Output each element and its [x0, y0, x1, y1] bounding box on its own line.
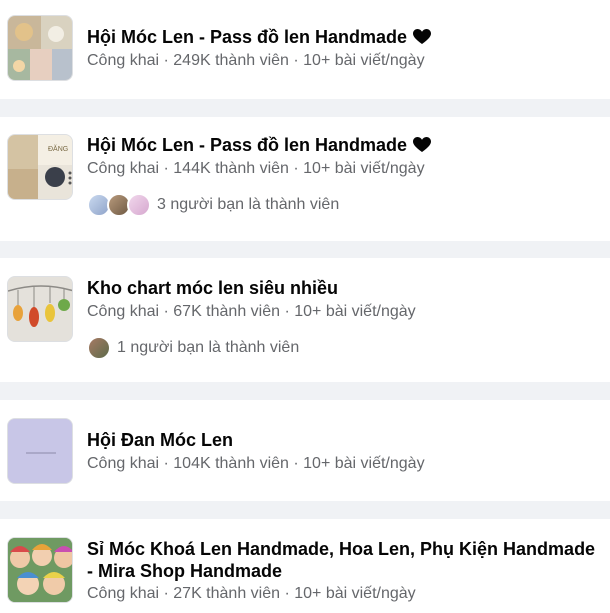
group-result-card[interactable]: Sỉ Móc Khoá Len Handmade, Hoa Len, Phụ K… — [0, 519, 610, 613]
group-cover-image: ĐĂNG — [8, 135, 72, 199]
mutual-friends-row[interactable]: 3 người bạn là thành viên — [87, 192, 339, 218]
group-meta: Công khai · 104K thành viên · 10+ bài vi… — [87, 455, 425, 472]
group-title-link[interactable]: Hội Móc Len - Pass đồ len Handmade — [87, 134, 602, 158]
group-meta: Công khai · 249K thành viên · 10+ bài vi… — [87, 52, 425, 69]
group-cover-image[interactable] — [7, 418, 73, 484]
svg-text:ĐĂNG: ĐĂNG — [48, 144, 68, 153]
group-cover-image[interactable]: ĐĂNG — [7, 134, 73, 200]
group-title-link[interactable]: Kho chart móc len siêu nhiều — [87, 277, 602, 299]
group-title-link[interactable]: Sỉ Móc Khoá Len Handmade, Hoa Len, Phụ K… — [87, 538, 602, 582]
group-result-card[interactable]: Hội Móc Len - Pass đồ len Handmade Công … — [0, 0, 610, 99]
group-title-link[interactable]: Hội Đan Móc Len — [87, 429, 602, 451]
black-heart-icon — [413, 136, 432, 158]
group-cover-image[interactable] — [7, 276, 73, 342]
group-cover-image[interactable] — [7, 537, 73, 603]
group-meta: Công khai · 144K thành viên · 10+ bài vi… — [87, 160, 425, 177]
group-meta: Công khai · 27K thành viên · 10+ bài viế… — [87, 585, 416, 602]
mutual-friends-text: 1 người bạn là thành viên — [117, 339, 300, 356]
group-result-card[interactable]: Kho chart móc len siêu nhiều Công khai ·… — [0, 258, 610, 382]
group-cover-image — [8, 277, 72, 341]
group-meta: Công khai · 67K thành viên · 10+ bài viế… — [87, 303, 416, 320]
group-title-link[interactable]: Hội Móc Len - Pass đồ len Handmade — [87, 26, 602, 50]
mutual-friends-text: 3 người bạn là thành viên — [157, 196, 340, 213]
group-cover-image — [8, 419, 72, 483]
group-cover-image — [8, 538, 72, 602]
avatar[interactable] — [127, 193, 151, 217]
group-result-card[interactable]: Hội Đan Móc Len Công khai · 104K thành v… — [0, 400, 610, 501]
group-cover-image — [8, 16, 72, 80]
mutual-friends-row[interactable]: 1 người bạn là thành viên — [87, 335, 299, 361]
group-result-card[interactable]: ĐĂNG Hội Móc Len - Pass đồ len Handmade … — [0, 117, 610, 241]
black-heart-icon — [413, 28, 432, 50]
avatar[interactable] — [87, 336, 111, 360]
group-cover-image[interactable] — [7, 15, 73, 81]
